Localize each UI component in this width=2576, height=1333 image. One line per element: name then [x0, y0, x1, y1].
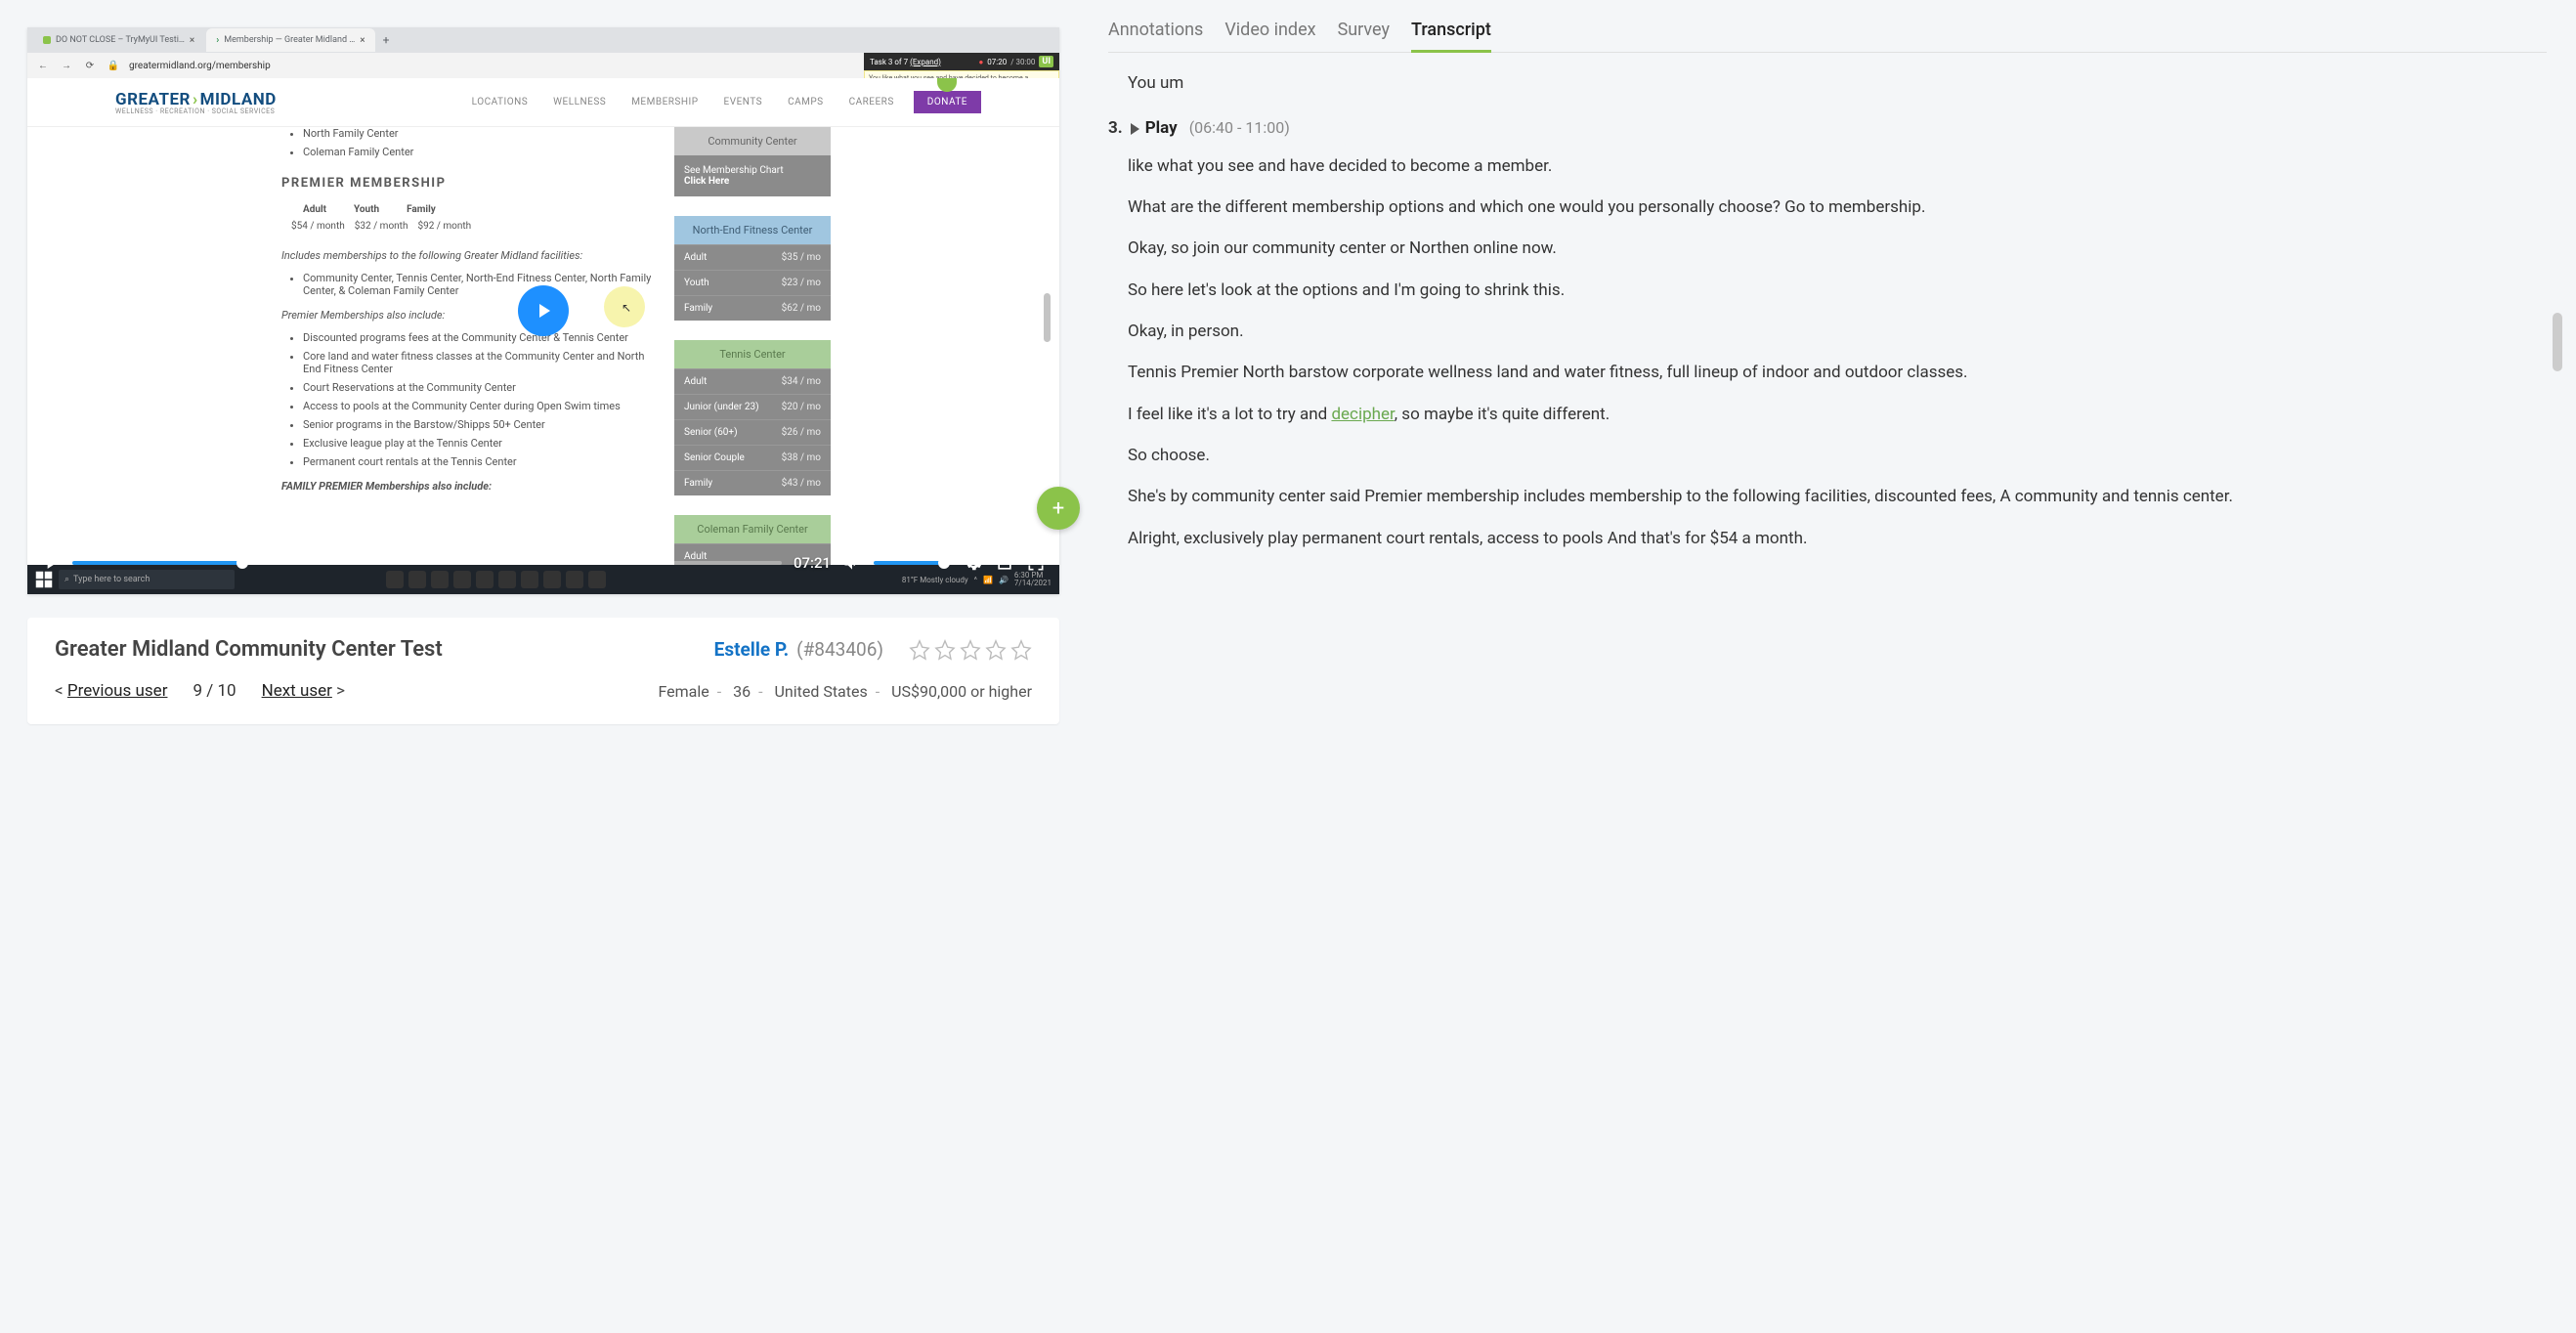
list-item: Exclusive league play at the Tennis Cent… — [303, 437, 653, 450]
tester-id: (#843406) — [796, 638, 883, 661]
popout-icon[interactable] — [995, 553, 1014, 573]
transcript-line[interactable]: Tennis Premier North barstow corporate w… — [1128, 360, 2533, 385]
demographics: Female- 36- United States- US$90,000 or … — [658, 682, 1032, 701]
back-icon: ← — [35, 58, 51, 73]
record-icon: ● — [978, 58, 983, 66]
transcript-line[interactable]: I feel like it's a lot to try and deciph… — [1128, 402, 2533, 427]
list-item: Permanent court rentals at the Tennis Ce… — [303, 455, 653, 468]
list-item: Community Center, Tennis Center, North-E… — [303, 272, 653, 297]
segment-play-button[interactable]: Play — [1131, 115, 1178, 141]
transcript-line[interactable]: Alright, exclusively play permanent cour… — [1128, 526, 2533, 551]
list-item: Access to pools at the Community Center … — [303, 400, 653, 412]
list-item: North Family Center — [303, 127, 653, 140]
transcript-line[interactable]: So choose. — [1128, 443, 2533, 468]
transcript-line[interactable]: What are the different membership option… — [1128, 194, 2533, 220]
favicon-icon: › — [216, 35, 219, 46]
transcript-line[interactable]: She's by community center said Premier m… — [1128, 484, 2533, 509]
close-icon: × — [190, 35, 194, 46]
list-item: Coleman Family Center — [303, 146, 653, 158]
tester-name-link[interactable]: Estelle P. — [714, 638, 789, 661]
reload-icon: ⟳ — [82, 58, 98, 73]
segment-timerange: (06:40 - 11:00) — [1189, 116, 1290, 141]
browser-tab: › Membership — Greater Midland … × — [206, 28, 374, 52]
star-icon[interactable] — [909, 639, 930, 661]
transcript-panel: You um 3. Play (06:40 - 11:00) like what… — [1108, 70, 2547, 551]
task-overlay: Task 3 of 7 (Expand) ● 07:20 / 30:00 UI — [864, 53, 1059, 70]
video-controls[interactable]: 07:21 — [27, 545, 1059, 580]
play-button[interactable] — [41, 553, 61, 573]
scroll-top-icon — [937, 78, 957, 92]
pricing-card-tennis: Tennis Center Adult$34 / mo Junior (unde… — [674, 340, 831, 495]
browser-tab-title: Membership — Greater Midland … — [224, 35, 355, 45]
video-player[interactable]: DO NOT CLOSE – TryMyUI Testi… × › Member… — [27, 27, 1059, 594]
test-name: Greater Midland Community Center Test — [55, 637, 443, 662]
address-bar: greatermidland.org/membership — [129, 61, 271, 71]
cursor-icon: ↖ — [622, 301, 631, 315]
pricing-card-community: Community Center See Membership Chart Cl… — [674, 127, 831, 196]
play-icon — [1131, 123, 1139, 135]
transcript-segment-header: 3. Play (06:40 - 11:00) — [1108, 115, 2533, 141]
tab-annotations[interactable]: Annotations — [1108, 20, 1203, 52]
list-item: Court Reservations at the Community Cent… — [303, 381, 653, 394]
pricing-card-north: North-End Fitness Center Adult$35 / mo Y… — [674, 216, 831, 321]
play-overlay-button[interactable] — [518, 285, 569, 336]
tab-survey[interactable]: Survey — [1338, 20, 1390, 52]
section-heading: PREMIER MEMBERSHIP — [281, 176, 653, 191]
logo-tagline: WELLNESS · RECREATION · SOCIAL SERVICES — [115, 108, 277, 115]
list-item: Core land and water fitness classes at t… — [303, 350, 653, 375]
fullscreen-icon[interactable] — [1026, 553, 1046, 573]
favicon-icon — [43, 36, 51, 44]
browser-tab: DO NOT CLOSE – TryMyUI Testi… × — [33, 28, 204, 52]
add-fab-button[interactable]: + — [1037, 487, 1080, 530]
list-item: Senior programs in the Barstow/Shipps 50… — [303, 418, 653, 431]
browser-tab-title: DO NOT CLOSE – TryMyUI Testi… — [56, 35, 185, 45]
star-icon[interactable] — [1010, 639, 1032, 661]
star-icon[interactable] — [960, 639, 981, 661]
page-scrollbar — [1044, 293, 1051, 342]
star-rating[interactable] — [909, 639, 1032, 661]
transcript-line[interactable]: Okay, so join our community center or No… — [1128, 236, 2533, 261]
transcript-line: You um — [1128, 70, 2533, 96]
star-icon[interactable] — [934, 639, 956, 661]
next-user-link[interactable]: Next user — [262, 681, 332, 701]
decipher-link[interactable]: decipher — [1331, 405, 1394, 424]
tab-video-index[interactable]: Video index — [1224, 20, 1315, 52]
test-info-card: Greater Midland Community Center Test Es… — [27, 618, 1059, 724]
new-tab-button: + — [377, 33, 396, 47]
transcript-line[interactable]: So here let's look at the options and I'… — [1128, 278, 2533, 303]
list-item: Discounted programs fees at the Communit… — [303, 331, 653, 344]
previous-user-link[interactable]: Previous user — [67, 681, 168, 701]
transcript-line[interactable]: Okay, in person. — [1128, 319, 2533, 344]
ui-badge: UI — [1039, 56, 1053, 67]
seek-slider[interactable] — [72, 561, 782, 565]
volume-icon[interactable] — [842, 553, 862, 573]
star-icon[interactable] — [985, 639, 1007, 661]
close-icon: × — [360, 35, 365, 46]
right-panel-tabs: Annotations Video index Survey Transcrip… — [1108, 20, 2547, 53]
site-nav: LOCATIONS WELLNESS MEMBERSHIP EVENTS CAM… — [472, 97, 894, 108]
tab-transcript[interactable]: Transcript — [1411, 20, 1491, 53]
current-time: 07:21 — [794, 554, 831, 572]
forward-icon: → — [59, 58, 74, 73]
site-logo: GREATER›MIDLAND — [115, 90, 277, 109]
lock-icon: 🔒 — [106, 58, 121, 73]
transcript-scrollbar[interactable] — [2553, 313, 2562, 371]
settings-icon[interactable] — [964, 553, 983, 573]
user-counter: 9 / 10 — [193, 681, 236, 701]
transcript-line[interactable]: like what you see and have decided to be… — [1128, 153, 2533, 179]
volume-slider[interactable] — [874, 561, 952, 565]
donate-button: DONATE — [914, 91, 981, 113]
